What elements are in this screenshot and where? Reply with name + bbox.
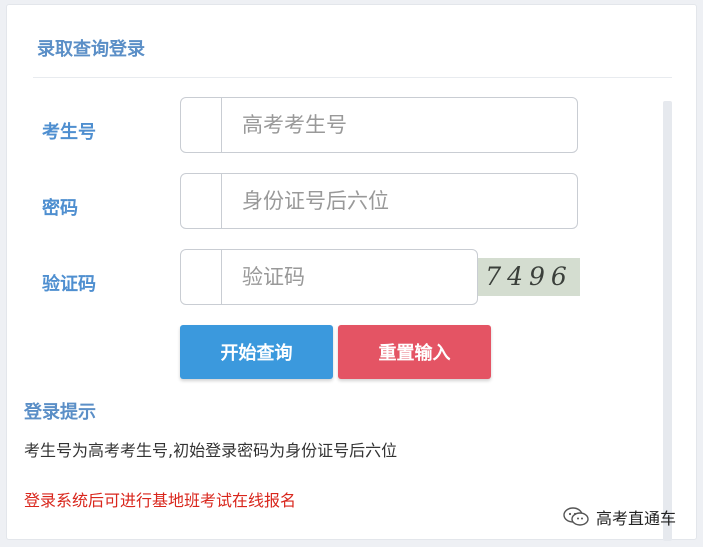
captcha-input[interactable] <box>222 250 510 304</box>
captcha-image[interactable]: 7496 <box>478 258 580 296</box>
scrollbar[interactable] <box>663 101 672 541</box>
title-divider <box>33 77 672 78</box>
tips-text: 考生号为高考考生号,初始登录密码为身份证号后六位 <box>24 441 398 460</box>
watermark-text: 高考直通车 <box>596 509 677 528</box>
exam-id-label: 考生号 <box>42 122 96 143</box>
query-button[interactable]: 开始查询 <box>180 325 333 379</box>
password-addon <box>181 174 222 228</box>
captcha-addon <box>181 250 222 304</box>
password-label: 密码 <box>42 198 78 219</box>
watermark: 高考直通车 <box>562 505 676 529</box>
reset-button[interactable]: 重置输入 <box>338 325 491 379</box>
card-title: 录取查询登录 <box>37 39 145 60</box>
captcha-text: 7496 <box>485 262 573 291</box>
tips-title: 登录提示 <box>24 402 96 423</box>
password-field[interactable] <box>180 173 578 229</box>
tips-notice: 登录系统后可进行基地班考试在线报名 <box>24 491 297 510</box>
exam-id-addon <box>181 98 222 152</box>
captcha-label: 验证码 <box>42 274 96 295</box>
exam-id-input[interactable] <box>222 98 577 152</box>
exam-id-field[interactable] <box>180 97 578 153</box>
password-input[interactable] <box>222 174 577 228</box>
captcha-field[interactable] <box>180 249 510 305</box>
wechat-icon <box>563 507 589 526</box>
